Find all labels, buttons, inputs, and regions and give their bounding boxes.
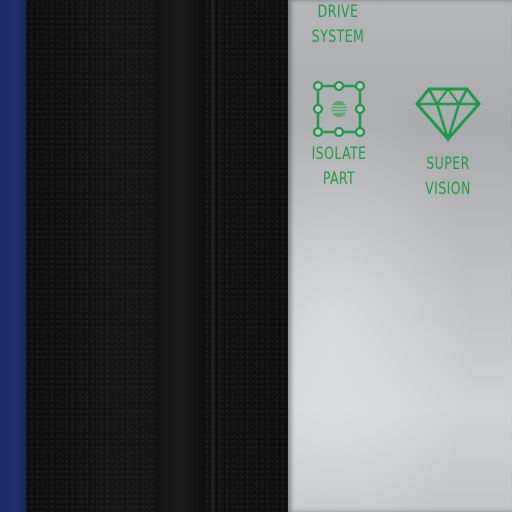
panel-seam xyxy=(212,0,220,512)
isolate-part-icon xyxy=(312,80,366,138)
panel-groove xyxy=(156,0,206,512)
black-leather-panel xyxy=(26,0,288,512)
super-vision-label: SUPER VISION xyxy=(411,152,485,202)
drive-system-label: DRIVE SYSTEM xyxy=(305,0,371,50)
isolate-part-line1: ISOLATE xyxy=(311,144,367,164)
silver-label-panel: DRIVE SYSTEM ISOLATE PART SUPER VISION xyxy=(288,0,512,512)
diamond-gem-icon xyxy=(415,87,481,142)
super-vision-line2: VISION xyxy=(425,179,471,199)
isolate-part-line2: PART xyxy=(322,169,356,189)
super-vision-line1: SUPER xyxy=(426,154,470,174)
blue-edge-strip xyxy=(0,0,26,512)
drive-system-line1: DRIVE xyxy=(317,2,359,22)
isolate-part-label: ISOLATE PART xyxy=(302,142,376,192)
drive-system-line2: SYSTEM xyxy=(311,27,365,47)
device-photo: DRIVE SYSTEM ISOLATE PART SUPER VISION xyxy=(0,0,512,512)
